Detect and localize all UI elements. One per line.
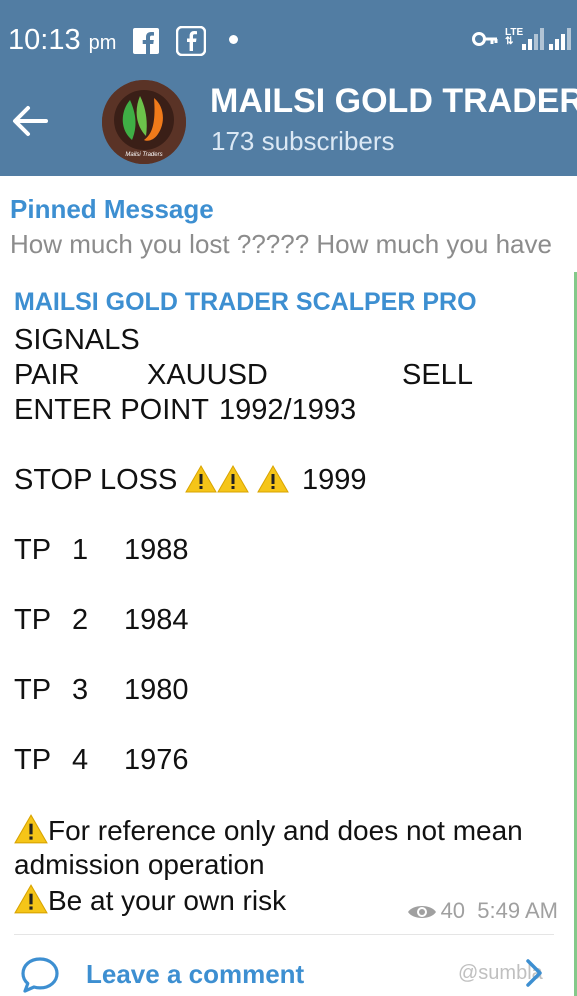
tp-number: 4: [72, 744, 89, 776]
tp-value: 1980: [124, 674, 189, 706]
pinned-title: Pinned Message: [10, 194, 214, 224]
divider: [14, 934, 554, 935]
tp-row: TP 2 1984: [14, 604, 189, 637]
tp-label: TP: [14, 534, 52, 566]
tp-label: TP: [14, 604, 52, 636]
tp-row: TP 4 1976: [14, 744, 189, 777]
avatar-logo: Mailsi Traders: [102, 80, 186, 164]
status-bar: 10:13 pm LTE ⇅: [0, 0, 577, 80]
tp-value: 1984: [124, 604, 189, 636]
tp-row: TP 1 1988: [14, 534, 189, 567]
enter-value: 1992/1993: [219, 394, 357, 426]
back-arrow-icon[interactable]: [10, 103, 50, 139]
pair-row: PAIR XAUUSD SELL: [14, 359, 473, 392]
tp-row: TP 3 1980: [14, 674, 189, 707]
pinned-text: How much you lost ????? How much you hav…: [10, 229, 552, 259]
warning-icon: [14, 814, 48, 844]
pair-action: SELL: [402, 359, 473, 391]
tp-label: TP: [14, 744, 52, 776]
warning-icon: [217, 465, 250, 493]
message-meta: 40 5:49 AM: [407, 898, 558, 924]
disclaimer-line: admission operation: [14, 849, 265, 880]
subscriber-count: 173 subscribers: [211, 126, 395, 156]
warning-icon: [14, 884, 48, 914]
pinned-message-bar[interactable]: Pinned Message How much you lost ????? H…: [0, 176, 577, 273]
disclaimer-line: For reference only and does not mean: [14, 814, 523, 847]
pair-value: XAUUSD: [147, 359, 268, 391]
warning-icon: [185, 465, 218, 493]
facebook-lite-icon: [176, 26, 206, 56]
notification-dot: [229, 35, 238, 44]
stop-label: STOP LOSS: [14, 464, 178, 496]
leave-comment-label: Leave a comment: [86, 959, 305, 989]
disclaimer-text: For reference only and does not mean: [48, 815, 523, 846]
signal-icon: [522, 28, 544, 50]
clock: 10:13 pm: [8, 24, 116, 57]
message-author: MAILSI GOLD TRADER SCALPER PRO: [14, 288, 477, 316]
warning-icon: [257, 465, 290, 493]
eye-icon: [407, 906, 436, 918]
tp-value: 1976: [124, 744, 189, 776]
stop-loss-row: STOP LOSS 1999: [14, 464, 367, 497]
stop-value: 1999: [302, 464, 367, 496]
view-count: 40: [440, 898, 466, 923]
app-header: 10:13 pm LTE ⇅ Mailsi Traders MAILSI GOLD…: [0, 0, 577, 176]
comment-icon: [21, 957, 59, 993]
enter-point-row: ENTER POINT 1992/1993: [14, 394, 356, 427]
tp-number: 2: [72, 604, 89, 636]
tp-label: TP: [14, 674, 52, 706]
leave-comment-button[interactable]: Leave a comment @sumbla: [0, 942, 574, 996]
risk-text: Be at your own risk: [48, 885, 287, 916]
signals-label: SIGNALS: [14, 324, 140, 356]
channel-avatar[interactable]: Mailsi Traders: [102, 80, 186, 164]
channel-title[interactable]: MAILSI GOLD TRADER: [210, 82, 577, 121]
tp-value: 1988: [124, 534, 189, 566]
tp-number: 1: [72, 534, 89, 566]
clock-ampm: pm: [88, 32, 117, 54]
message-bubble[interactable]: MAILSI GOLD TRADER SCALPER PRO SIGNALS P…: [0, 272, 577, 996]
clock-time: 10:13: [8, 24, 81, 56]
facebook-icon: [133, 28, 159, 54]
avatar-caption: Mailsi Traders: [125, 152, 162, 158]
chevron-right-icon[interactable]: [524, 958, 544, 988]
key-icon: [472, 32, 498, 46]
tp-number: 3: [72, 674, 89, 706]
network-type: LTE ⇅: [505, 27, 524, 47]
risk-line: Be at your own risk: [14, 884, 286, 917]
message-time: 5:49 AM: [477, 898, 558, 923]
pair-label: PAIR: [14, 359, 80, 391]
signal-icon: [549, 28, 571, 50]
enter-label: ENTER POINT: [14, 394, 209, 426]
